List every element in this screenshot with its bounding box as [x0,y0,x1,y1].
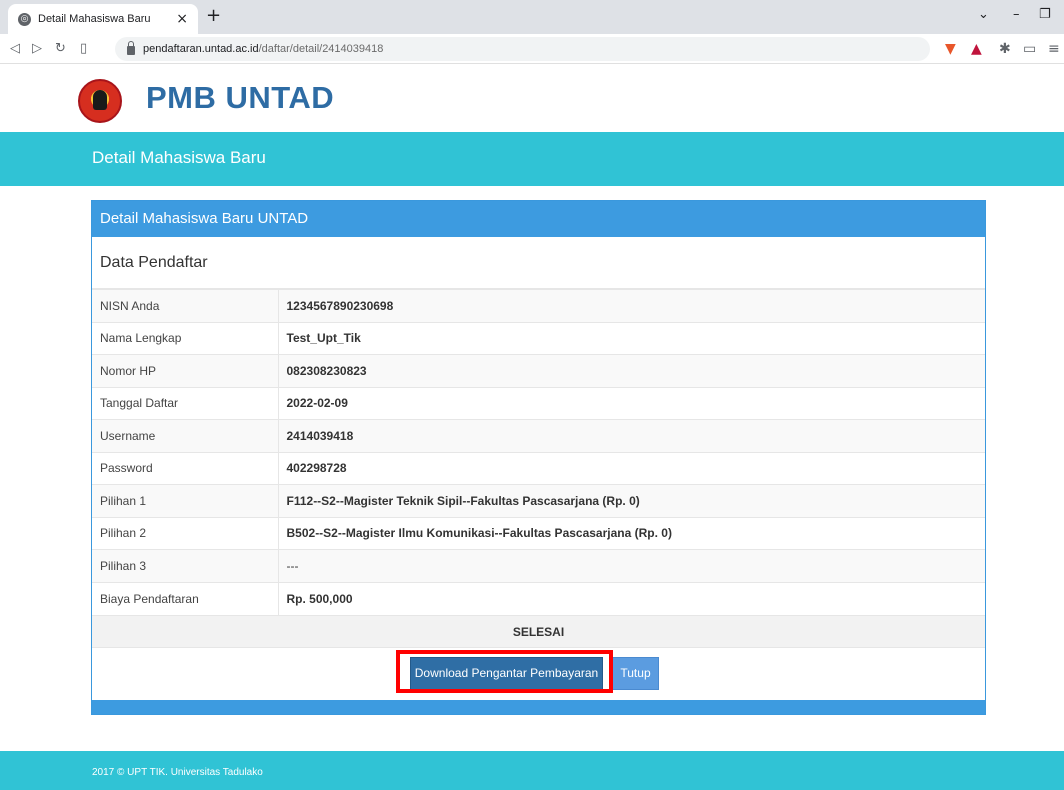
row-value: 082308230823 [278,354,985,387]
row-value: 2414039418 [278,419,985,452]
tab-title: Detail Mahasiswa Baru [38,13,151,25]
lock-icon [127,40,135,55]
row-label: Username [92,419,279,452]
url-path: /daftar/detail/2414039418 [258,43,384,55]
brand-title[interactable]: PMB UNTAD [146,80,334,116]
row-value: 1234567890230698 [278,289,985,322]
restore-icon[interactable]: ❐ [1039,7,1051,22]
detail-panel: Detail Mahasiswa Baru UNTAD Data Pendaft… [91,200,986,715]
triangle-icon[interactable]: ▲ [971,41,982,57]
brave-icon[interactable]: ▼ [945,41,956,57]
chevron-down-icon[interactable]: ⌄ [978,7,989,22]
forward-icon[interactable]: ▷ [32,41,42,56]
browser-toolbar: ◁ ▷ ↻ ▯ pendaftaran.untad.ac.id /daftar/… [0,34,1064,64]
row-label: Pilihan 1 [92,484,279,517]
row-value: 2022-02-09 [278,386,985,420]
table-row: Biaya Pendaftaran Rp. 500,000 [92,581,985,615]
button-row: Download Pengantar Pembayaran Tutup [92,646,985,693]
table-row: Username 2414039418 [92,419,985,452]
row-label: Nomor HP [92,354,279,387]
minimize-icon[interactable]: – [1013,7,1020,22]
registrant-table: NISN Anda 1234567890230698 Nama Lengkap Te… [92,289,985,615]
table-row: Pilihan 1 F112--S2--Magister Teknik Sipil… [92,484,985,517]
panel-title: Detail Mahasiswa Baru UNTAD [92,201,985,237]
close-button[interactable]: Tutup [612,656,659,690]
url-host: pendaftaran.untad.ac.id [143,43,259,55]
footer-text: 2017 © UPT TIK. Universitas Tadulako [92,767,263,778]
table-row: Nama Lengkap Test_Upt_Tik [92,321,985,355]
back-icon[interactable]: ◁ [10,41,20,56]
row-label: Biaya Pendaftaran [92,581,279,615]
menu-icon[interactable]: ≡ [1048,41,1060,57]
row-label: Pilihan 2 [92,516,279,550]
bookmark-icon[interactable]: ▯ [80,41,87,56]
window-icon[interactable]: ▭ [1023,41,1036,57]
table-row: Pilihan 3 --- [92,549,985,582]
row-value: F112--S2--Magister Teknik Sipil--Fakulta… [278,484,985,517]
globe-icon: ◎ [18,12,31,26]
row-value: Rp. 500,000 [278,581,985,615]
row-value: Test_Upt_Tik [278,321,985,355]
table-row: Nomor HP 082308230823 [92,354,985,387]
browser-tab[interactable]: ◎ Detail Mahasiswa Baru × [8,4,198,34]
row-label: Tanggal Daftar [92,386,279,420]
extensions-icon[interactable]: ✱ [999,41,1011,57]
row-label: Nama Lengkap [92,321,279,355]
section-title: Data Pendaftar [92,237,985,289]
row-label: Password [92,451,279,485]
row-value: B502--S2--Magister Ilmu Komunikasi--Faku… [278,516,985,550]
reload-icon[interactable]: ↻ [55,41,66,56]
row-label: NISN Anda [92,289,279,322]
new-tab-button[interactable]: + [206,5,221,26]
download-payment-button[interactable]: Download Pengantar Pembayaran [410,656,603,690]
table-row: Pilihan 2 B502--S2--Magister Ilmu Komunik… [92,516,985,550]
page-subheader: Detail Mahasiswa Baru [0,132,1064,186]
untad-logo [78,79,122,123]
table-row: NISN Anda 1234567890230698 [92,289,985,322]
close-tab-icon[interactable]: × [176,11,188,27]
page-footer: 2017 © UPT TIK. Universitas Tadulako [0,751,1064,790]
address-bar[interactable]: pendaftaran.untad.ac.id /daftar/detail/2… [115,37,930,61]
table-row: Password 402298728 [92,451,985,485]
browser-tab-bar: ◎ Detail Mahasiswa Baru × + ⌄ – ❐ [0,0,1064,34]
row-value: 402298728 [278,451,985,485]
table-row: Tanggal Daftar 2022-02-09 [92,386,985,420]
page-title: Detail Mahasiswa Baru [92,148,266,167]
done-label: SELESAI [92,614,985,647]
row-value: --- [278,549,985,582]
row-label: Pilihan 3 [92,549,279,582]
panel-footer-bar [92,700,985,714]
